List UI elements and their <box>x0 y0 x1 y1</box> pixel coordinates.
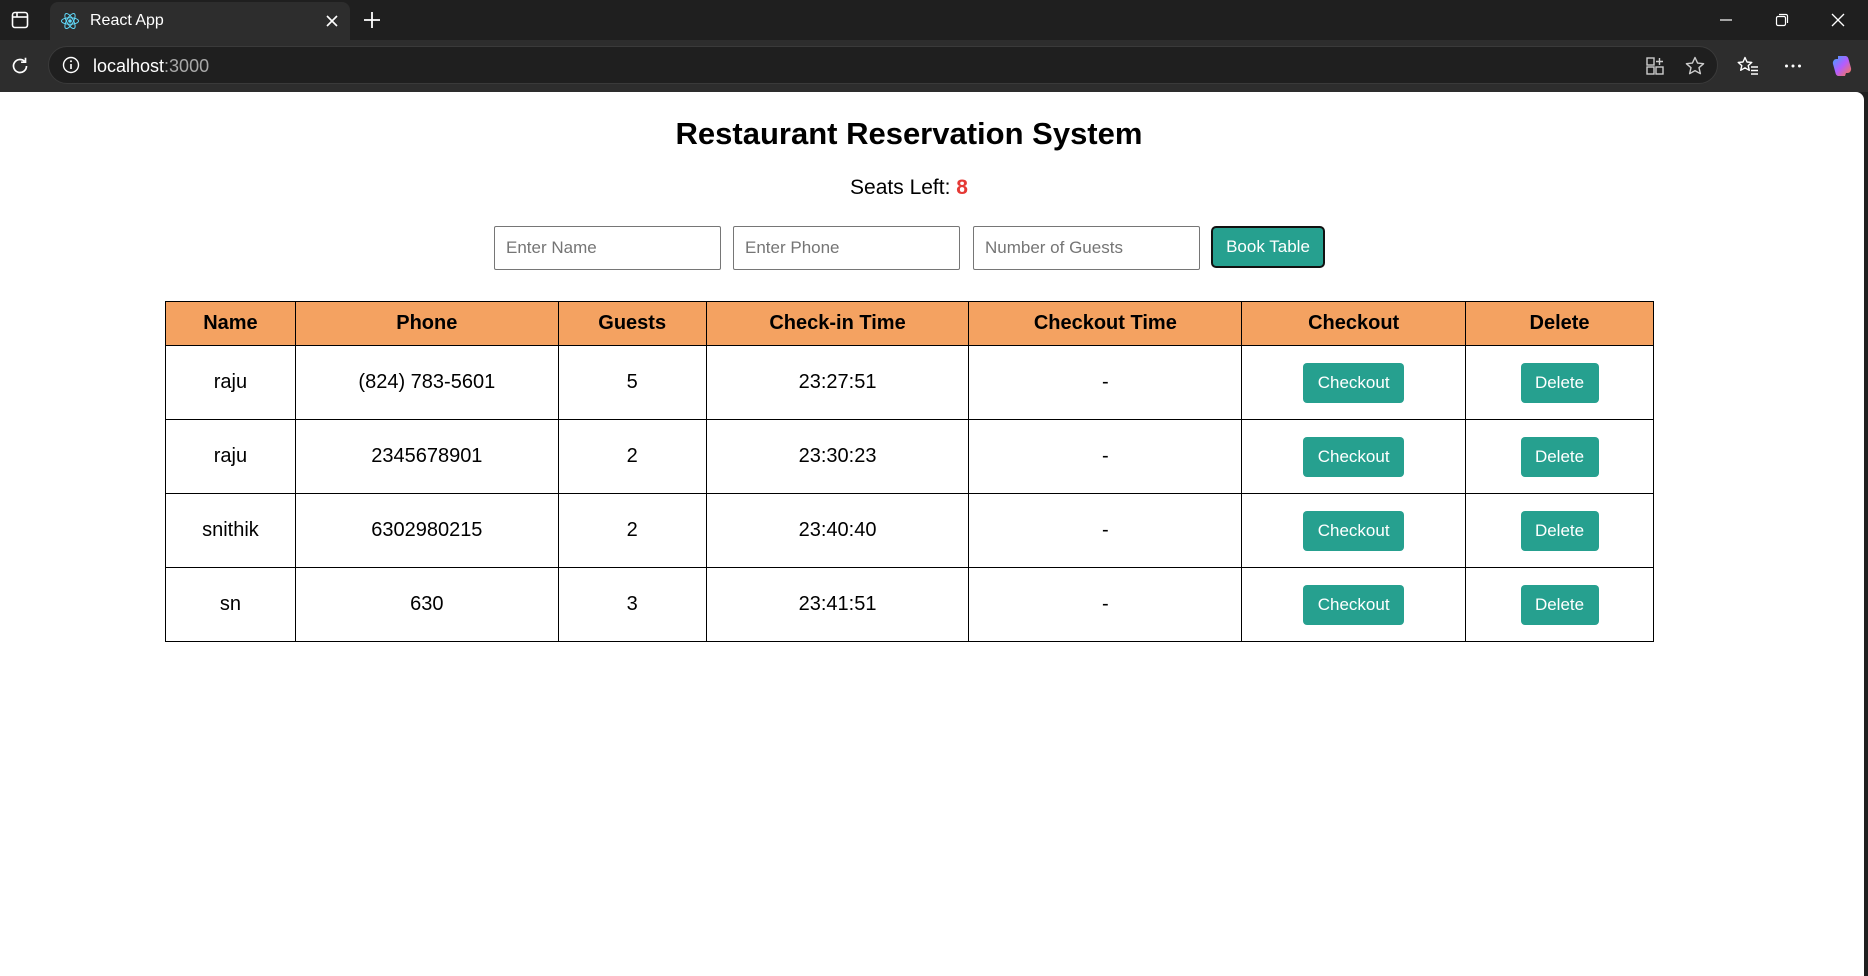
url-port: :3000 <box>164 56 210 76</box>
cell-delete-action: Delete <box>1465 419 1654 494</box>
browser-tab[interactable]: React App <box>50 2 350 40</box>
close-tab-icon[interactable] <box>320 9 344 33</box>
cell-phone: 630 <box>294 567 559 642</box>
seats-left: Seats Left: 8 <box>0 176 1818 200</box>
cell-delete-action: Delete <box>1465 345 1654 420</box>
delete-button[interactable]: Delete <box>1520 584 1599 625</box>
table-header-row: Name Phone Guests Check-in Time Checkout… <box>165 301 1654 346</box>
cell-checkout-time: - <box>968 419 1243 494</box>
seats-label: Seats Left: <box>850 176 951 199</box>
cell-checkout-action: Checkout <box>1241 493 1467 568</box>
header-checkin-time: Check-in Time <box>705 301 970 346</box>
header-name: Name <box>165 301 296 346</box>
cell-name: snithik <box>165 493 296 568</box>
table-row: snithik 6302980215 2 23:40:40 - Checkout… <box>165 493 1654 568</box>
cell-checkout-action: Checkout <box>1241 567 1467 642</box>
page-title: Restaurant Reservation System <box>675 116 1143 151</box>
close-window-icon[interactable] <box>1810 0 1866 40</box>
cell-guests: 5 <box>557 345 707 420</box>
cell-checkout-time: - <box>968 493 1243 568</box>
address-bar[interactable]: localhost:3000 <box>48 46 1718 84</box>
more-options-icon[interactable] <box>1779 52 1807 80</box>
delete-button[interactable]: Delete <box>1520 510 1599 551</box>
table-row: sn 630 3 23:41:51 - Checkout Delete <box>165 567 1654 642</box>
cell-checkout-time: - <box>968 567 1243 642</box>
copilot-icon[interactable] <box>1828 52 1856 80</box>
favorites-icon[interactable] <box>1734 52 1762 80</box>
checkout-button[interactable]: Checkout <box>1303 510 1405 551</box>
cell-checkout-action: Checkout <box>1241 419 1467 494</box>
header-guests: Guests <box>557 301 707 346</box>
cell-name: sn <box>165 567 296 642</box>
reservations-table: Name Phone Guests Check-in Time Checkout… <box>165 301 1654 642</box>
cell-checkin: 23:41:51 <box>705 567 970 642</box>
header-checkout-time: Checkout Time <box>968 301 1243 346</box>
new-tab-icon[interactable] <box>358 6 386 34</box>
cell-name: raju <box>165 419 296 494</box>
tab-strip: React App <box>0 0 1868 40</box>
checkout-button[interactable]: Checkout <box>1303 584 1405 625</box>
restore-icon[interactable] <box>1754 0 1810 40</box>
table-row: raju 2345678901 2 23:30:23 - Checkout De… <box>165 419 1654 494</box>
minimize-icon[interactable] <box>1698 0 1754 40</box>
react-logo-icon <box>60 11 80 31</box>
phone-input[interactable] <box>733 226 960 270</box>
cell-checkin: 23:40:40 <box>705 493 970 568</box>
cell-guests: 3 <box>557 567 707 642</box>
delete-button[interactable]: Delete <box>1520 436 1599 477</box>
cell-checkin: 23:27:51 <box>705 345 970 420</box>
book-table-button[interactable]: Book Table <box>1211 226 1325 268</box>
cell-checkout-action: Checkout <box>1241 345 1467 420</box>
cell-checkin: 23:30:23 <box>705 419 970 494</box>
browser-toolbar: localhost:3000 <box>0 40 1868 92</box>
url-text[interactable]: localhost:3000 <box>93 56 209 77</box>
url-host: localhost <box>93 56 165 76</box>
cell-phone: 2345678901 <box>294 419 559 494</box>
tab-title: React App <box>90 12 164 29</box>
app-available-icon[interactable] <box>1643 54 1667 78</box>
site-info-icon[interactable] <box>61 55 81 75</box>
cell-phone: 6302980215 <box>294 493 559 568</box>
cell-delete-action: Delete <box>1465 567 1654 642</box>
checkout-button[interactable]: Checkout <box>1303 436 1405 477</box>
header-checkout: Checkout <box>1241 301 1467 346</box>
checkout-button[interactable]: Checkout <box>1303 362 1405 403</box>
cell-phone: (824) 783-5601 <box>294 345 559 420</box>
cell-name: raju <box>165 345 296 420</box>
cell-guests: 2 <box>557 493 707 568</box>
header-delete: Delete <box>1465 301 1654 346</box>
cell-checkout-time: - <box>968 345 1243 420</box>
favorite-star-icon[interactable] <box>1683 54 1707 78</box>
header-phone: Phone <box>294 301 559 346</box>
guests-input[interactable] <box>973 226 1200 270</box>
page-content: Restaurant Reservation System Seats Left… <box>0 92 1864 976</box>
reload-icon[interactable] <box>6 52 34 80</box>
tab-actions-icon[interactable] <box>8 8 32 32</box>
seats-count: 8 <box>956 176 968 199</box>
cell-guests: 2 <box>557 419 707 494</box>
name-input[interactable] <box>494 226 721 270</box>
delete-button[interactable]: Delete <box>1520 362 1599 403</box>
cell-delete-action: Delete <box>1465 493 1654 568</box>
table-row: raju (824) 783-5601 5 23:27:51 - Checkou… <box>165 345 1654 420</box>
